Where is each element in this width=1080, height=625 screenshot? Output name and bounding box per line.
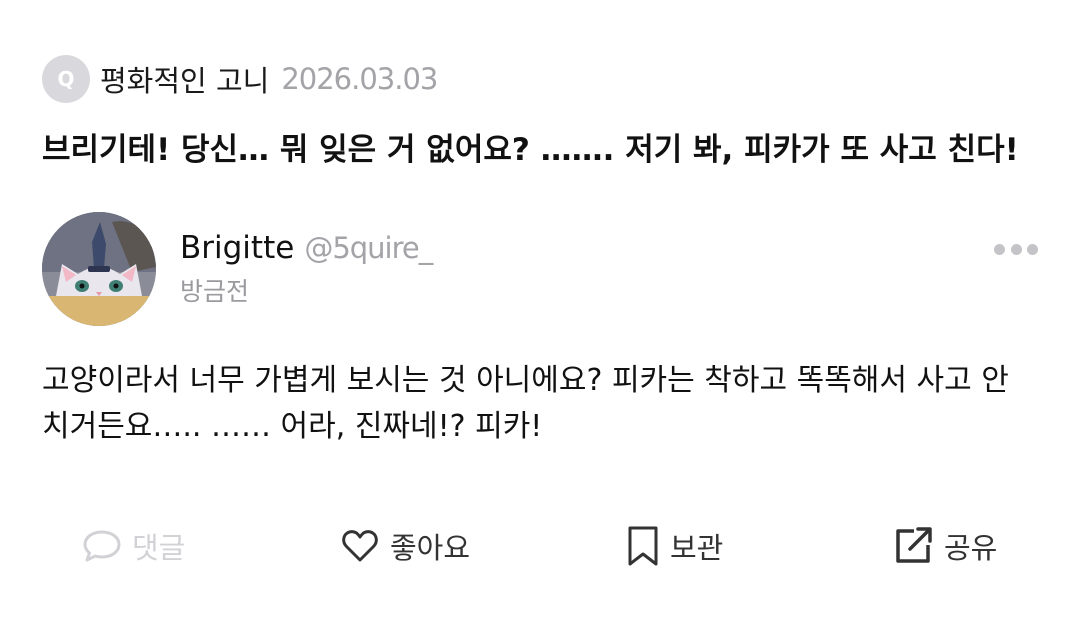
answer-name-row: Brigitte @5quire_ bbox=[180, 230, 433, 266]
answer-header: Brigitte @5quire_ 방금전 bbox=[42, 212, 1038, 326]
avatar[interactable] bbox=[42, 212, 156, 326]
action-bar: 댓글 좋아요 보관 공유 bbox=[0, 520, 1080, 572]
like-button[interactable]: 좋아요 bbox=[340, 520, 470, 572]
more-dot bbox=[1010, 243, 1022, 255]
save-button[interactable]: 보관 bbox=[626, 520, 723, 572]
comment-label: 댓글 bbox=[132, 531, 186, 565]
question-badge-icon: Q bbox=[42, 55, 90, 103]
answer-timestamp: 방금전 bbox=[180, 277, 250, 306]
question-header: Q 평화적인 고니 2026.03.03 bbox=[42, 55, 438, 103]
share-label: 공유 bbox=[944, 531, 998, 565]
comment-button[interactable]: 댓글 bbox=[82, 520, 185, 572]
share-button[interactable]: 공유 bbox=[892, 520, 997, 572]
share-icon bbox=[892, 525, 934, 567]
speech-bubble-icon bbox=[82, 528, 122, 564]
heart-icon bbox=[340, 528, 380, 564]
more-dot bbox=[1027, 243, 1038, 255]
bookmark-icon bbox=[626, 525, 660, 567]
save-label: 보관 bbox=[670, 531, 724, 565]
cat-avatar-image bbox=[42, 212, 156, 326]
answer-author-handle[interactable]: @5quire_ bbox=[304, 231, 433, 265]
question-text: 브리기테! 당신… 뭐 잊은 거 없어요? ……. 저기 봐, 피카가 또 사고… bbox=[42, 132, 1019, 168]
more-dots-icon[interactable] bbox=[994, 234, 1038, 264]
question-author[interactable]: 평화적인 고니 bbox=[100, 58, 269, 100]
answer-text: 고양이라서 너무 가볍게 보시는 것 아니에요? 피카는 착하고 똑똑해서 사고… bbox=[42, 363, 1009, 444]
question-date: 2026.03.03 bbox=[281, 62, 438, 96]
like-label: 좋아요 bbox=[390, 531, 471, 565]
more-dot bbox=[994, 243, 1005, 255]
answer-author-name[interactable]: Brigitte bbox=[180, 230, 294, 266]
